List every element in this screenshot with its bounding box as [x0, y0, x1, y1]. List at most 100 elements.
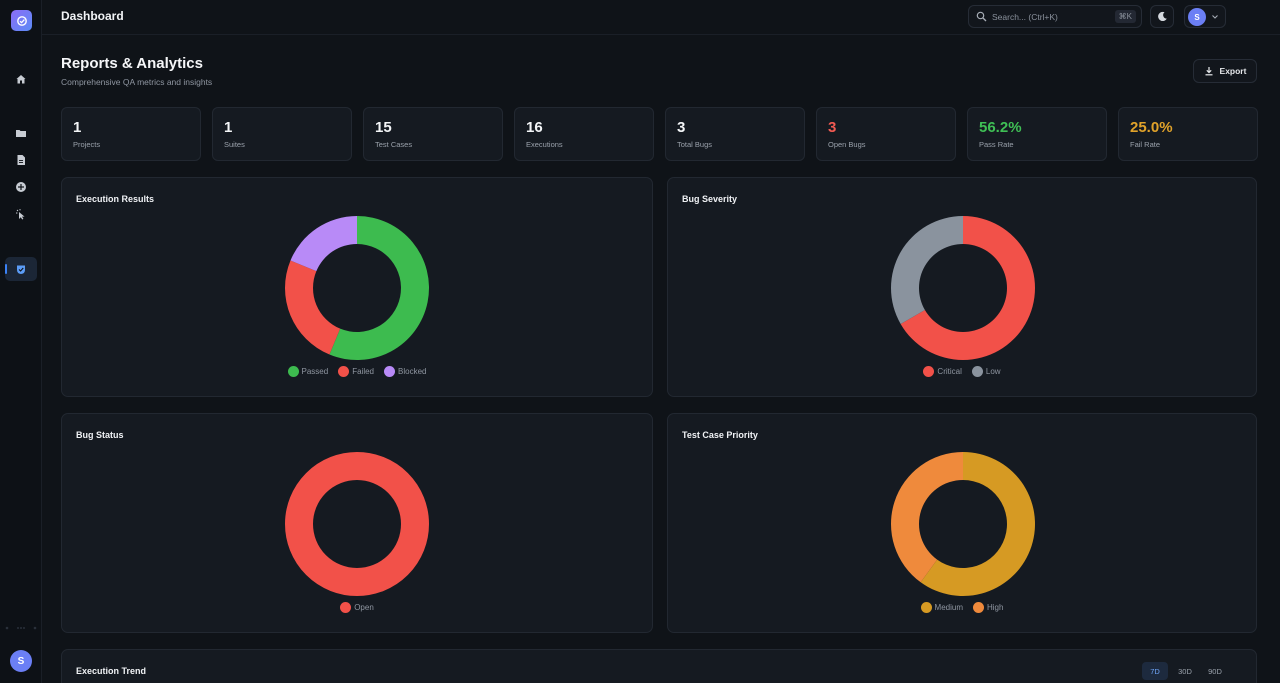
- legend-label: Medium: [934, 603, 963, 612]
- search-icon: [976, 11, 987, 22]
- theme-toggle-button[interactable]: [1150, 5, 1174, 28]
- card-title: Bug Status: [76, 430, 124, 440]
- stat-value: 15: [375, 119, 392, 136]
- stat-value: 1: [73, 119, 82, 136]
- stats-row: 1 Projects 1 Suites 15 Test Cases 16 Exe…: [61, 107, 1258, 161]
- legend-label: Open: [354, 603, 374, 612]
- stat-card-total-bugs[interactable]: 3 Total Bugs: [665, 107, 805, 161]
- legend-item-blocked[interactable]: Blocked: [384, 366, 426, 377]
- bug-status-donut[interactable]: [284, 451, 430, 597]
- stat-value: 25.0%: [1130, 119, 1173, 136]
- legend-item-medium[interactable]: Medium: [920, 602, 963, 613]
- card-title: Bug Severity: [682, 194, 738, 204]
- export-button[interactable]: Export: [1193, 59, 1257, 83]
- legend-item-high[interactable]: High: [973, 602, 1003, 613]
- donut-slice-blocked[interactable]: [290, 216, 357, 272]
- bug-status-legend: Open: [62, 602, 652, 613]
- test-case-priority-card: Test Case Priority Medium High: [667, 413, 1257, 633]
- test-case-priority-legend: Medium High: [668, 602, 1256, 613]
- legend-swatch: [384, 366, 395, 377]
- moon-icon: [1157, 11, 1167, 22]
- download-icon: [1205, 67, 1213, 76]
- folder-icon[interactable]: [11, 123, 31, 143]
- stat-label: Fail Rate: [1130, 140, 1161, 149]
- stat-label: Executions: [526, 140, 563, 149]
- stat-label: Test Cases: [375, 140, 413, 149]
- stat-card-executions[interactable]: 16 Executions: [514, 107, 654, 161]
- stat-value: 56.2%: [979, 119, 1022, 136]
- page-subtitle: Comprehensive QA metrics and insights: [61, 77, 213, 87]
- pointer-icon[interactable]: [11, 204, 31, 224]
- card-title: Execution Trend: [76, 666, 147, 676]
- stat-value: 1: [224, 119, 233, 136]
- legend-item-failed[interactable]: Failed: [338, 366, 374, 377]
- document-icon[interactable]: [11, 150, 31, 170]
- legend-swatch: [971, 366, 983, 377]
- donut-slice-high[interactable]: [891, 452, 963, 583]
- donut-slice-low[interactable]: [891, 216, 963, 324]
- legend-swatch: [920, 602, 932, 613]
- execution-results-legend: Passed Failed Blocked: [62, 366, 652, 377]
- stat-card-pass-rate[interactable]: 56.2% Pass Rate: [967, 107, 1107, 161]
- stat-card-open-bugs[interactable]: 3 Open Bugs: [816, 107, 956, 161]
- test-case-priority-donut[interactable]: [890, 451, 1036, 597]
- range-30d-button[interactable]: 30D: [1172, 662, 1198, 680]
- bug-status-card: Bug Status Open: [61, 413, 653, 633]
- legend-swatch: [338, 366, 350, 377]
- legend-label: Low: [985, 367, 1001, 376]
- search-shortcut-badge: ⌘K: [1114, 10, 1136, 23]
- card-title: Execution Results: [76, 194, 155, 204]
- execution-results-donut[interactable]: [284, 215, 430, 361]
- bug-severity-legend: Critical Low: [668, 366, 1256, 377]
- bug-severity-donut[interactable]: [890, 215, 1036, 361]
- range-90d-button[interactable]: 90D: [1202, 662, 1228, 680]
- stat-value: 3: [828, 119, 837, 136]
- stat-value: 3: [677, 119, 686, 136]
- stat-card-projects[interactable]: 1 Projects: [61, 107, 201, 161]
- reports-icon[interactable]: [11, 259, 31, 279]
- legend-swatch: [287, 366, 299, 377]
- donut-slice-open[interactable]: [285, 452, 429, 596]
- stat-card-suites[interactable]: 1 Suites: [212, 107, 352, 161]
- stat-label: Projects: [73, 140, 101, 149]
- stat-label: Open Bugs: [828, 140, 866, 149]
- stat-value: 16: [526, 119, 543, 136]
- page-title: Reports & Analytics: [61, 55, 203, 72]
- home-icon[interactable]: [11, 69, 31, 89]
- donut-slice-failed[interactable]: [285, 260, 341, 355]
- avatar: S: [1188, 8, 1206, 26]
- card-title: Test Case Priority: [682, 430, 758, 440]
- range-selector: 7D 30D 90D: [1142, 662, 1228, 680]
- search-input[interactable]: Search... (Ctrl+K) ⌘K: [968, 5, 1142, 28]
- stat-card-fail-rate[interactable]: 25.0% Fail Rate: [1118, 107, 1258, 161]
- execution-results-card: Execution Results Passed Failed Blocked: [61, 177, 653, 397]
- legend-swatch: [973, 602, 984, 613]
- legend-label: Passed: [301, 367, 329, 376]
- stat-card-test-cases[interactable]: 15 Test Cases: [363, 107, 503, 161]
- export-label: Export: [1219, 66, 1247, 76]
- active-indicator: [5, 264, 7, 274]
- legend-label: Critical: [937, 367, 962, 376]
- legend-item-open[interactable]: Open: [340, 602, 374, 613]
- legend-label: High: [987, 603, 1004, 612]
- page-heading: Dashboard: [61, 9, 124, 23]
- range-7d-button[interactable]: 7D: [1142, 662, 1168, 680]
- legend-swatch: [340, 602, 352, 613]
- sidebar-avatar[interactable]: S: [10, 650, 32, 672]
- user-menu-button[interactable]: S: [1184, 5, 1226, 28]
- legend-item-low[interactable]: Low: [971, 366, 1001, 377]
- legend-label: Failed: [352, 367, 374, 376]
- execution-trend-card: Execution Trend 7D 30D 90D: [61, 649, 1257, 683]
- plus-circle-icon[interactable]: [11, 177, 31, 197]
- legend-item-critical[interactable]: Critical: [923, 366, 962, 377]
- app-logo[interactable]: [11, 10, 32, 31]
- chevron-down-icon: [1212, 15, 1218, 19]
- stat-label: Total Bugs: [677, 140, 713, 149]
- search-placeholder: Search... (Ctrl+K): [992, 12, 1058, 22]
- sidebar-resize-handle[interactable]: [4, 625, 38, 631]
- stat-label: Suites: [224, 140, 245, 149]
- sidebar: S: [0, 0, 42, 683]
- legend-item-passed[interactable]: Passed: [287, 366, 329, 377]
- legend-label: Blocked: [398, 367, 427, 376]
- legend-swatch: [923, 366, 935, 377]
